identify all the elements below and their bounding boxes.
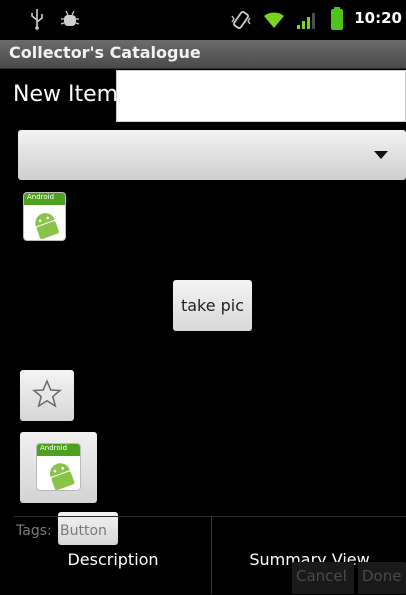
signal-icon bbox=[297, 13, 315, 29]
done-label: Done bbox=[362, 567, 402, 585]
clock: 10:20 bbox=[354, 9, 402, 27]
category-spinner[interactable] bbox=[18, 130, 406, 180]
favorite-star-button[interactable] bbox=[20, 370, 74, 421]
dropdown-arrow-icon bbox=[374, 151, 388, 159]
icon-band-text: Android bbox=[27, 193, 55, 201]
app-title: Collector's Catalogue bbox=[9, 43, 201, 62]
photo-image-button[interactable]: Android bbox=[20, 432, 97, 503]
new-item-label: New Item bbox=[13, 82, 119, 107]
status-bar: 10:20 bbox=[0, 0, 406, 40]
android-robot-icon bbox=[35, 213, 59, 239]
wifi-icon bbox=[264, 12, 284, 28]
new-item-input[interactable] bbox=[116, 70, 406, 122]
android-app-icon: Android bbox=[24, 193, 65, 240]
usb-icon bbox=[31, 9, 43, 30]
android-app-icon: Android bbox=[37, 444, 80, 490]
debug-icon bbox=[60, 10, 80, 26]
battery-icon bbox=[331, 7, 343, 30]
vibrate-icon bbox=[231, 11, 251, 29]
tab-description-label: Description bbox=[67, 550, 159, 569]
star-icon bbox=[32, 379, 62, 408]
take-pic-label: take pic bbox=[180, 296, 245, 315]
android-robot-icon bbox=[50, 463, 75, 490]
tab-description[interactable]: Description bbox=[14, 516, 212, 594]
take-pic-button[interactable]: take pic bbox=[173, 280, 252, 331]
icon-band-text: Android bbox=[40, 444, 68, 452]
title-bar: Collector's Catalogue bbox=[0, 40, 406, 69]
cancel-label: Cancel bbox=[296, 567, 347, 585]
